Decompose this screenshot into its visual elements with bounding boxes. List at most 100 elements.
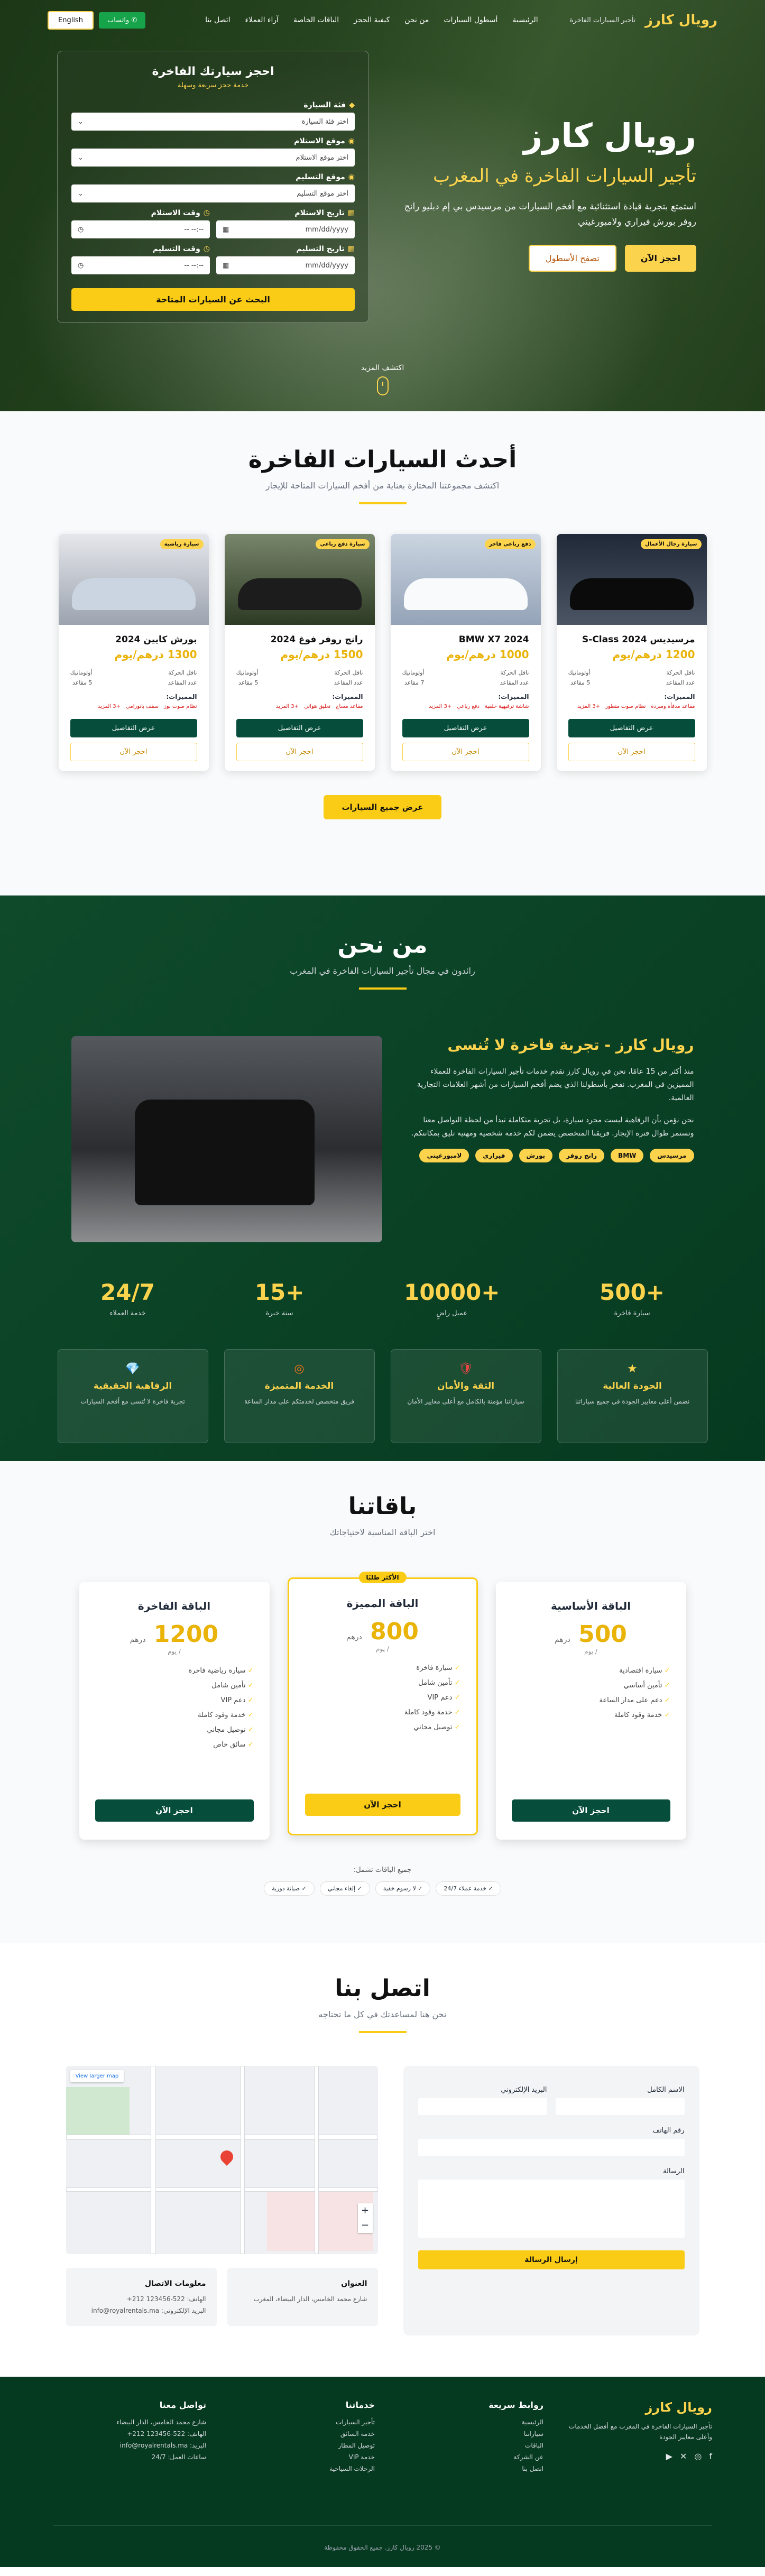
package-feature: خدمة وقود كاملة xyxy=(95,1711,254,1719)
brand-tag: رانج روفر xyxy=(559,1148,605,1162)
brand-tag: بورش xyxy=(519,1148,553,1162)
view-details-button[interactable]: عرض التفاصيل xyxy=(70,719,197,738)
facebook-icon[interactable]: f xyxy=(709,2451,712,2461)
logo[interactable]: رويال كارز xyxy=(645,12,717,28)
spec-label: ناقل الحركة xyxy=(168,669,197,676)
view-larger-map-link[interactable]: View larger map xyxy=(70,2070,124,2082)
footer-service[interactable]: خدمة VIP xyxy=(222,2453,375,2461)
footer-service[interactable]: تأجير السيارات xyxy=(222,2418,375,2426)
cars-subtitle: اكتشف مجموعتنا المختارة بعناية من أفخم ا… xyxy=(265,481,500,491)
instagram-icon[interactable]: ◎ xyxy=(694,2451,702,2461)
name-input[interactable] xyxy=(555,2098,685,2115)
car-badge: سيارة دفع رباعي xyxy=(316,539,370,549)
phone-text[interactable]: الهاتف: 522-123456 212+ xyxy=(77,2294,206,2305)
car-price: 1000 درهم/يوم xyxy=(446,648,529,661)
car-card: دفع رباعي فاخر BMW X7 2024 1000 درهم/يوم… xyxy=(390,534,541,771)
return-time-input[interactable]: --:-- -- ◷ xyxy=(71,256,210,274)
nav-link-contact[interactable]: اتصل بنا xyxy=(205,16,230,24)
return-date-label: ▦تاريخ التسليم xyxy=(296,245,355,253)
youtube-icon[interactable]: ▶ xyxy=(666,2451,672,2461)
pickup-time-label: ◷وقت الاستلام xyxy=(151,209,210,217)
view-details-button[interactable]: عرض التفاصيل xyxy=(568,719,695,738)
package-book-button[interactable]: احجز الآن xyxy=(511,1799,670,1822)
discover-more-label: اكتشف المزيد xyxy=(361,364,404,372)
feature-tag: تعليق هوائي xyxy=(304,704,330,710)
footer-link[interactable]: الباقات xyxy=(390,2442,543,2449)
spec-label: عدد المقاعد xyxy=(168,679,197,686)
footer-logo[interactable]: رويال كارز xyxy=(559,2400,712,2415)
map-zoom-control[interactable]: + − xyxy=(357,2203,373,2233)
car-icon: ◆ xyxy=(349,101,355,109)
whatsapp-button[interactable]: ✆ واتساب xyxy=(98,12,146,29)
feature-tag: نظام صوت بوز xyxy=(164,704,197,710)
footer-contact-item: ساعات العمل: 24/7 xyxy=(151,2453,206,2461)
footer-link[interactable]: الرئيسية xyxy=(390,2418,543,2426)
nav-link-packages[interactable]: الباقات الخاصة xyxy=(293,16,339,24)
pickup-time-input[interactable]: --:-- -- ◷ xyxy=(71,220,210,238)
twitter-icon[interactable]: ✕ xyxy=(680,2451,687,2461)
spec-value: 7 مقاعد xyxy=(404,679,425,686)
book-now-button[interactable]: احجز الآن xyxy=(236,743,363,762)
hero-fleet-button[interactable]: تصفح الأسطول xyxy=(529,244,616,272)
feature-more[interactable]: +3 المزيد xyxy=(98,704,121,709)
return-location-select[interactable]: اختر موقع التسليم ⌄ xyxy=(71,184,355,202)
language-toggle[interactable]: English xyxy=(48,11,94,30)
contact-subtitle: نحن هنا لمساعدتك في كل ما تحتاجه xyxy=(318,2009,447,2019)
car-price: 1500 درهم/يوم xyxy=(280,648,363,661)
nav-link-home[interactable]: الرئيسية xyxy=(512,16,538,24)
phone-input[interactable] xyxy=(418,2139,685,2156)
feature-tag: شاشة ترفيهية خلفية xyxy=(484,704,529,710)
scroll-indicator[interactable]: اكتشف المزيد xyxy=(0,364,765,395)
view-all-cars-button[interactable]: عرض جميع السيارات xyxy=(324,795,441,820)
brand-tag: فيراري xyxy=(475,1148,513,1162)
view-details-button[interactable]: عرض التفاصيل xyxy=(402,719,529,738)
nav-link-reviews[interactable]: آراء العملاء xyxy=(245,16,279,24)
value-card: 💎 الرفاهية الحقيقية تجربة فاخرة لا تُنسى م… xyxy=(57,1349,208,1443)
book-now-button[interactable]: احجز الآن xyxy=(402,743,529,762)
email-input[interactable] xyxy=(418,2098,547,2115)
return-location-label: ◉موقع التسليم xyxy=(296,173,355,181)
car-name: مرسيديس S-Class 2024 xyxy=(582,634,695,645)
book-now-button[interactable]: احجز الآن xyxy=(568,743,695,762)
spec-label: ناقل الحركة xyxy=(666,669,695,676)
feature-more[interactable]: +3 المزيد xyxy=(429,704,451,709)
chevron-down-icon: ⌄ xyxy=(78,117,84,126)
map-pin-icon[interactable] xyxy=(217,2148,236,2166)
footer-brand: رويال كارز تأجير السيارات الفاخرة في الم… xyxy=(559,2400,712,2477)
message-textarea[interactable] xyxy=(418,2180,685,2238)
footer-link[interactable]: سياراتنا xyxy=(390,2430,543,2437)
feature-more[interactable]: +3 المزيد xyxy=(276,704,299,709)
feature-more[interactable]: +3 المزيد xyxy=(577,704,600,709)
package-feature: خدمة وقود كاملة xyxy=(305,1709,460,1716)
footer-service[interactable]: الرحلات السياحية xyxy=(222,2465,375,2472)
footer-link[interactable]: عن الشركة xyxy=(390,2453,543,2461)
pickup-date-input[interactable]: mm/dd/yyyy ▦ xyxy=(216,220,355,238)
package-book-button[interactable]: احجز الآن xyxy=(95,1799,254,1822)
about-heading: رويال كارز - تجربة فاخرة لا تُنسى xyxy=(447,1036,694,1054)
package-book-button[interactable]: احجز الآن xyxy=(305,1794,460,1816)
included-tag: ✓ لا رسوم خفية xyxy=(375,1881,431,1896)
package-price: 1200 xyxy=(153,1621,219,1648)
package-feature: سيارة فاخرة xyxy=(305,1664,460,1672)
value-card: 🛡 الثقة والأمان سياراتنا مؤمنة بالكامل مع … xyxy=(390,1349,541,1443)
footer-service[interactable]: توصيل المطار xyxy=(222,2442,375,2449)
search-cars-button[interactable]: البحث عن السيارات المتاحة xyxy=(71,288,355,311)
booking-form: احجز سيارتك الفاخرة خدمة حجز سريعة وسهلة… xyxy=(57,51,369,323)
about-section: من نحن رائدون في مجال تأجير السيارات الف… xyxy=(0,895,765,1461)
view-details-button[interactable]: عرض التفاصيل xyxy=(236,719,363,738)
email-text[interactable]: البريد الإلكتروني: info@royalrentals.ma xyxy=(77,2305,206,2317)
pickup-location-select[interactable]: اختر موقع الاستلام ⌄ xyxy=(71,149,355,167)
nav-link-how[interactable]: كيفية الحجز xyxy=(354,16,390,24)
stat-number: +500 xyxy=(600,1279,665,1305)
return-date-input[interactable]: mm/dd/yyyy ▦ xyxy=(216,256,355,274)
about-paragraph: منذ أكثر من 15 عامًا، نحن في رويال كارز … xyxy=(417,1067,694,1103)
nav-link-fleet[interactable]: أسطول السيارات xyxy=(444,16,497,24)
footer-service[interactable]: خدمة السائق xyxy=(222,2430,375,2437)
send-message-button[interactable]: إرسال الرسالة xyxy=(418,2250,685,2269)
google-map[interactable]: View larger map + − xyxy=(66,2066,378,2254)
book-now-button[interactable]: احجز الآن xyxy=(70,743,197,762)
hero-book-button[interactable]: احجز الآن xyxy=(624,244,696,272)
car-class-select[interactable]: اختر فئة السيارة ⌄ xyxy=(71,113,355,131)
footer-link[interactable]: اتصل بنا xyxy=(390,2465,543,2472)
nav-link-about[interactable]: من نحن xyxy=(404,16,429,24)
